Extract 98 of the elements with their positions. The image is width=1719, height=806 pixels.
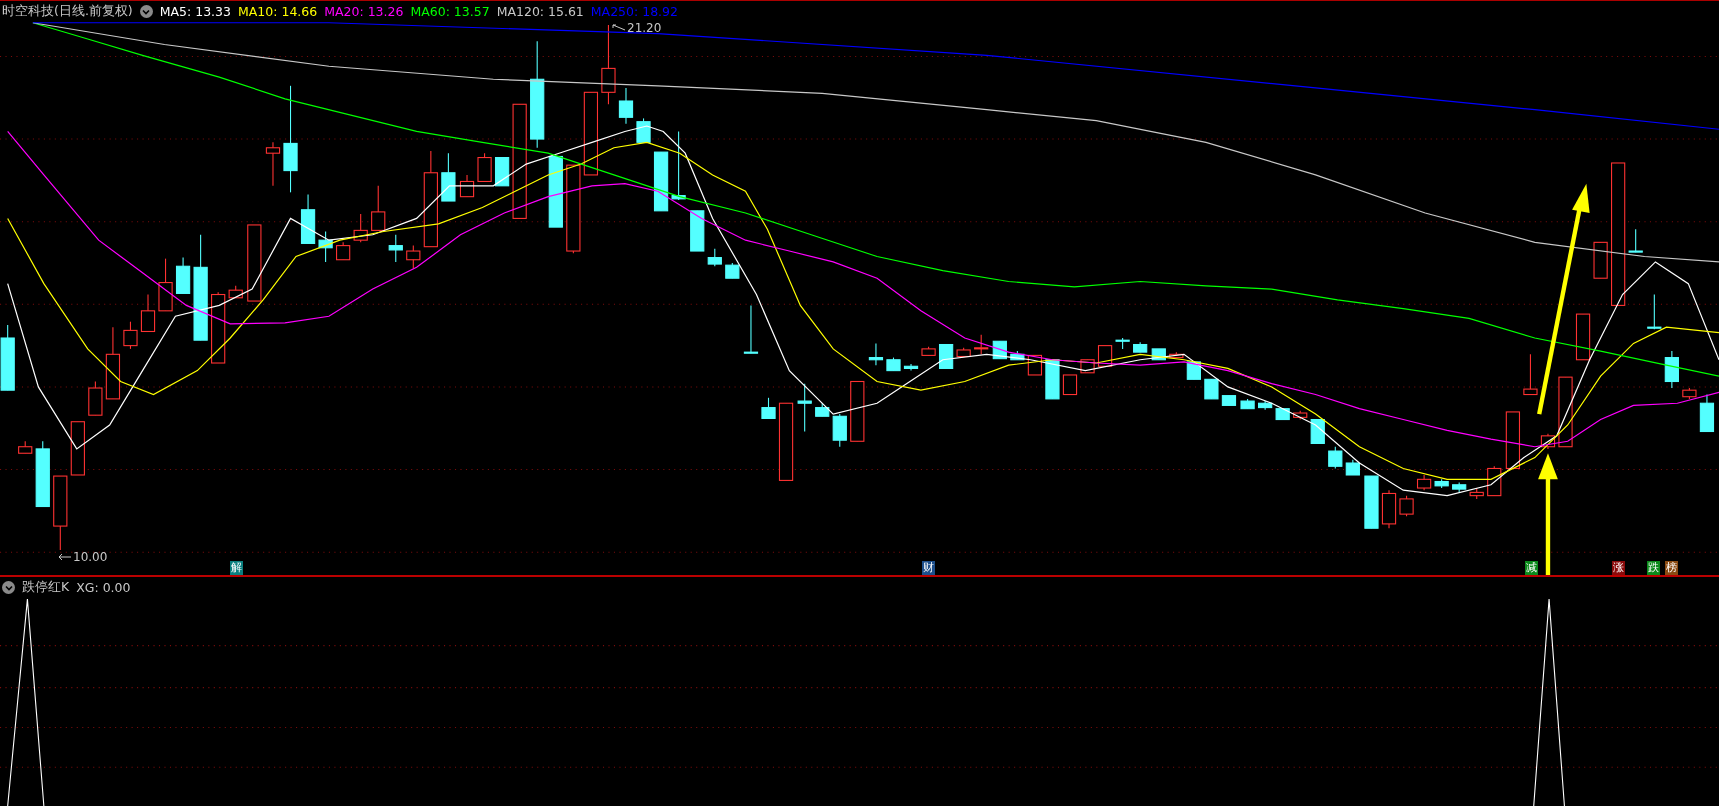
moving-average-value: MA250: 18.92 — [590, 4, 678, 19]
candlestick — [1010, 350, 1025, 361]
candlestick — [1416, 474, 1432, 491]
low-price-label: 10.00 — [73, 550, 108, 564]
candlestick — [832, 413, 847, 448]
candlestick — [1345, 459, 1360, 476]
event-badge[interactable]: 跌 — [1647, 561, 1661, 575]
pointer-arrow-icon — [612, 24, 626, 32]
candlestick — [1169, 351, 1184, 359]
candlestick — [1523, 353, 1538, 396]
collapse-icon[interactable] — [2, 581, 15, 594]
candlestick — [690, 210, 705, 252]
moving-average-value: MA5: 13.33 — [159, 4, 231, 19]
candlestick — [1647, 293, 1662, 330]
moving-average-value: MA10: 14.66 — [238, 4, 318, 19]
candlestick — [850, 380, 865, 442]
candlestick — [353, 213, 368, 243]
candlestick — [1258, 400, 1273, 411]
candlestick — [1240, 398, 1255, 410]
candlestick — [1434, 478, 1449, 489]
event-badge[interactable]: 涨 — [1612, 561, 1626, 575]
candlestick — [1699, 394, 1715, 433]
candlestick — [265, 141, 281, 187]
moving-average-value: MA60: 13.57 — [410, 4, 490, 19]
candlestick — [1293, 410, 1308, 421]
pointer-arrow-icon — [58, 553, 72, 561]
candlestick — [158, 258, 173, 312]
candlestick — [1628, 228, 1643, 253]
candlestick — [1505, 411, 1520, 469]
candlestick — [1115, 337, 1130, 350]
candlestick — [815, 402, 830, 417]
candlestick — [1381, 489, 1397, 529]
candlestick — [123, 321, 138, 350]
event-badge[interactable]: 榜 — [1664, 561, 1678, 575]
candlestick — [88, 380, 103, 416]
event-badge[interactable]: 财 — [921, 561, 935, 575]
candlestick — [0, 324, 15, 391]
indicator-value: XG: 0.00 — [76, 580, 131, 595]
candlestick — [1487, 465, 1502, 497]
candlestick — [371, 185, 386, 231]
candlestick — [1399, 495, 1414, 517]
candlestick — [939, 344, 954, 369]
candlestick — [35, 440, 50, 508]
candlestick — [70, 421, 85, 476]
candlestick — [707, 248, 722, 267]
candlestick — [1682, 387, 1697, 400]
candlestick — [1575, 313, 1591, 361]
candlestick — [441, 152, 456, 202]
candlestick — [1151, 348, 1166, 361]
candlestick — [1469, 487, 1484, 500]
candlestick — [636, 117, 651, 143]
collapse-icon[interactable] — [139, 5, 153, 18]
candlestick — [653, 151, 669, 212]
candlestick — [1540, 433, 1556, 450]
candlestick — [140, 293, 156, 333]
candlestick — [459, 174, 475, 198]
moving-average-value: MA20: 13.26 — [324, 4, 404, 19]
candlestick — [1452, 482, 1467, 493]
candlestick — [318, 230, 333, 263]
candlestick — [477, 152, 492, 182]
candlestick — [1204, 378, 1219, 400]
candlestick — [1364, 475, 1379, 529]
candlestick — [1664, 350, 1679, 389]
candlestick — [618, 87, 634, 125]
candlestick — [761, 397, 776, 419]
candlestick — [1062, 374, 1078, 396]
candlestick — [388, 234, 403, 263]
candlestick — [1310, 419, 1325, 444]
candlestick — [921, 346, 936, 356]
candlestick — [1593, 241, 1608, 279]
candlestick — [228, 285, 243, 299]
candlestick — [406, 245, 421, 269]
candlestick — [956, 347, 971, 358]
chart-title: 时空科技(日线.前复权) — [2, 3, 133, 20]
candlestick — [743, 304, 759, 354]
candlestick — [175, 257, 191, 294]
candlestick — [336, 241, 351, 261]
candlestick — [903, 363, 919, 372]
candlestick — [1275, 408, 1290, 421]
candlestick — [671, 130, 686, 201]
candlestick — [1221, 395, 1237, 406]
indicator-title: 跌停红K — [22, 579, 70, 596]
candlestick — [495, 157, 510, 187]
candlestick — [300, 193, 316, 244]
candlestick — [1328, 446, 1343, 469]
event-badge[interactable]: 减 — [1524, 561, 1538, 575]
candlestick — [974, 334, 989, 355]
candlestick — [725, 262, 740, 279]
event-badge[interactable]: 解 — [229, 561, 243, 575]
candlestick — [797, 383, 812, 433]
candlestick — [868, 342, 884, 366]
candlestick — [18, 440, 33, 454]
candlestick — [1133, 341, 1148, 353]
candlestick — [1045, 359, 1060, 400]
high-price-label: 21.20 — [627, 21, 662, 35]
candlestick — [886, 357, 901, 372]
candlestick — [1558, 376, 1573, 448]
moving-average-value: MA120: 15.61 — [496, 4, 584, 19]
